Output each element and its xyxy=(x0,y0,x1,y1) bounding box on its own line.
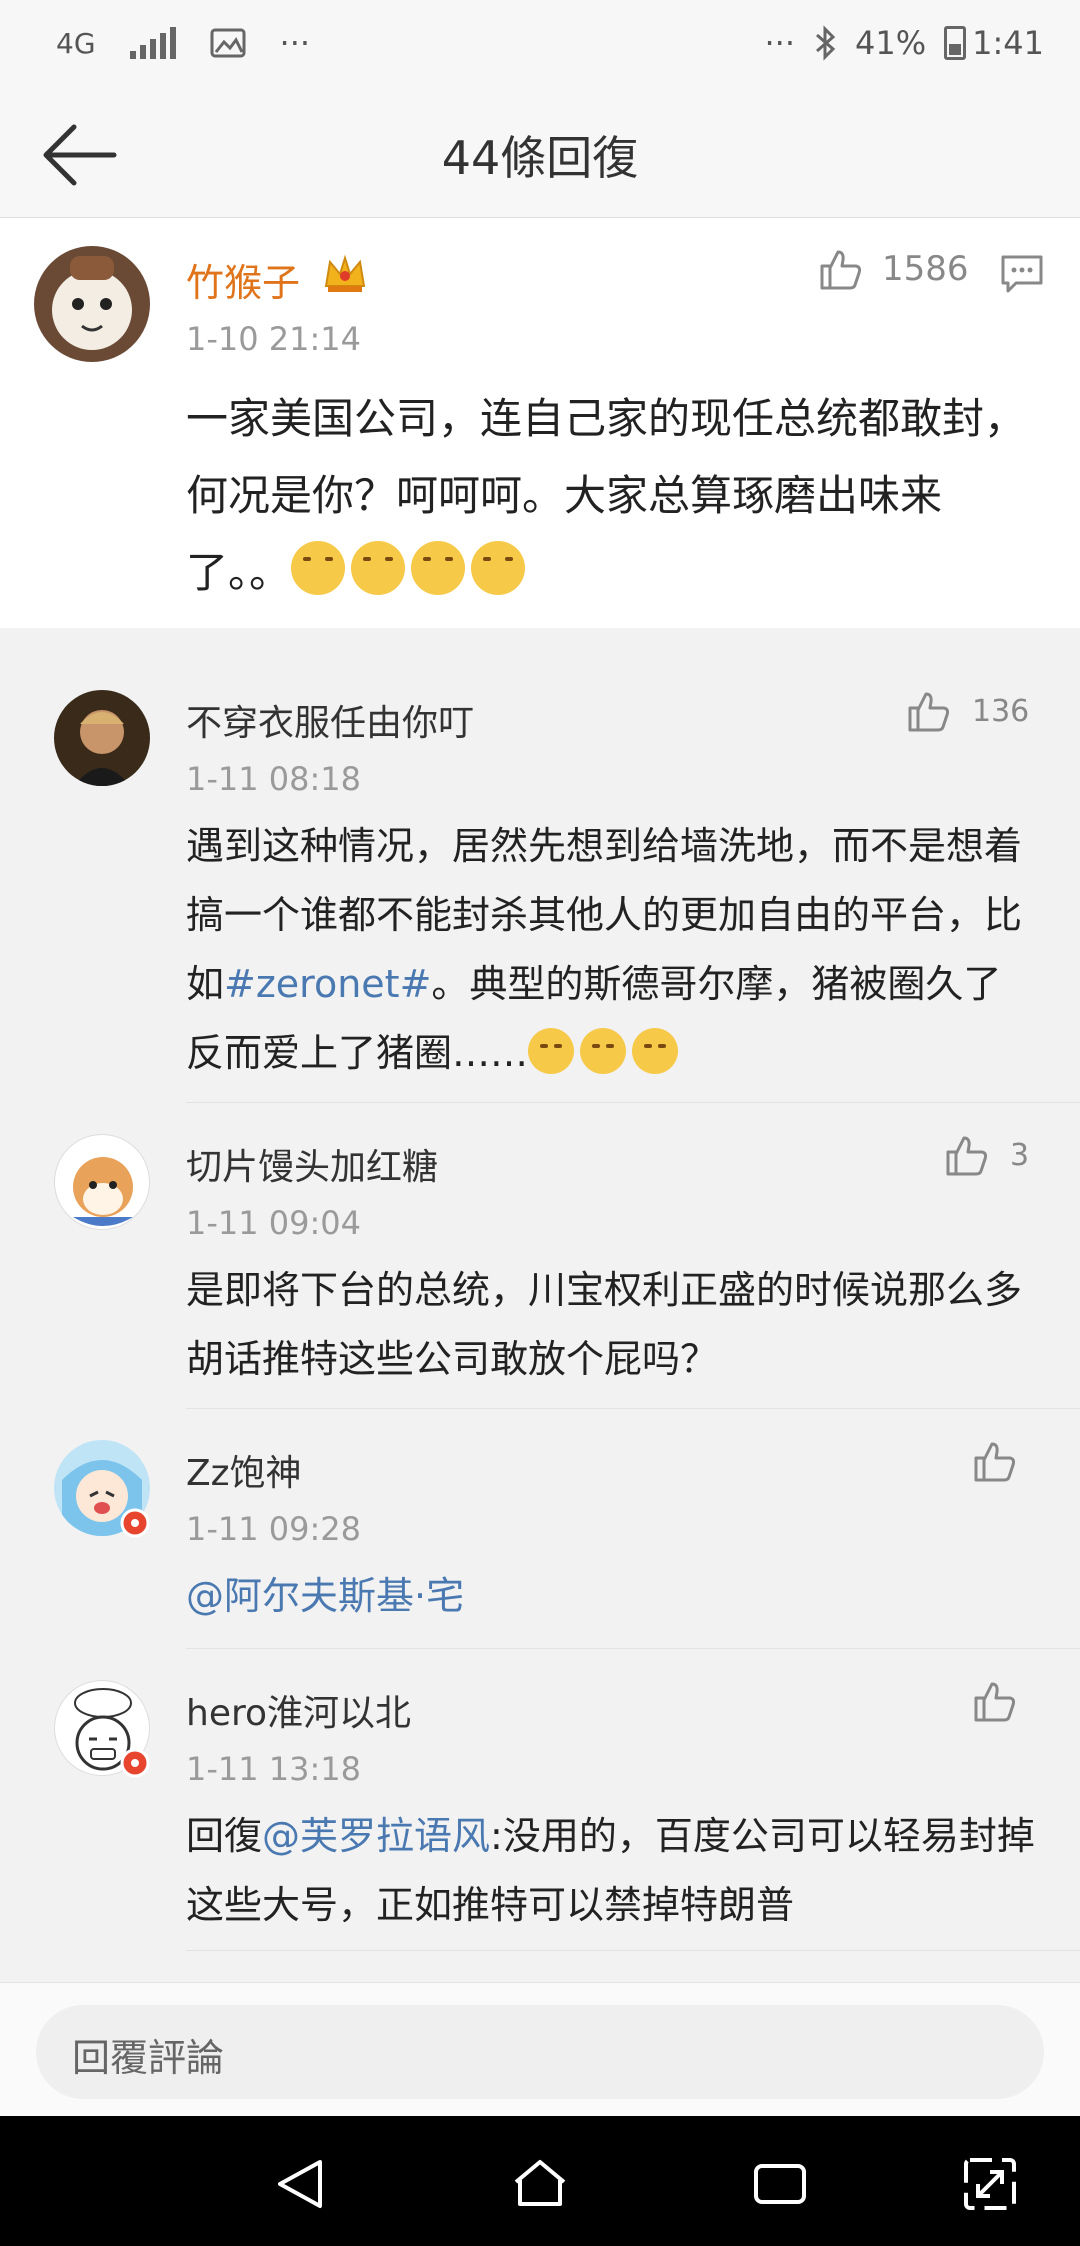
reply-item: Zz饱神 1-11 09:28 @阿尔夫斯基·宅 xyxy=(0,1410,1080,1650)
thumbs-up-icon xyxy=(974,1442,1016,1482)
emoji-yummy-icon xyxy=(471,541,526,595)
divider xyxy=(186,1102,1080,1103)
like-button[interactable]: 3 xyxy=(944,1132,1029,1178)
signal-icon xyxy=(129,27,176,59)
reply-timestamp: 1-11 13:18 xyxy=(186,1750,362,1788)
reply-comment-icon[interactable] xyxy=(1000,254,1044,294)
reply-username[interactable]: hero淮河以北 xyxy=(186,1684,411,1736)
reply-text: @阿尔夫斯基·宅 xyxy=(186,1562,1036,1631)
clock: 1:41 xyxy=(972,24,1044,62)
battery-percent: 41% xyxy=(855,24,927,62)
comment-timestamp: 1-10 21:14 xyxy=(186,320,362,358)
bluetooth-icon xyxy=(816,25,836,61)
reply-text: 是即将下台的总统，川宝权利正盛的时候说那么多胡话推特这些公司敢放个屁吗？ xyxy=(186,1268,1023,1381)
mention-link[interactable]: @阿尔夫斯基·宅 xyxy=(186,1574,464,1618)
reply-text: 回復@芙罗拉语风:没用的，百度公司可以轻易封掉这些大号，正如推特可以禁掉特朗普 xyxy=(186,1814,1035,1927)
thumbs-up-icon xyxy=(908,692,950,732)
image-icon xyxy=(210,28,246,58)
network-indicator: 4G xyxy=(56,26,96,60)
thumbs-up-icon xyxy=(974,1682,1016,1722)
like-count: 1586 xyxy=(882,249,969,289)
reply-timestamp: 1-11 09:04 xyxy=(186,1204,362,1242)
emoji-smirk-icon xyxy=(632,1028,679,1074)
reply-input[interactable]: 回覆評論 xyxy=(36,2005,1044,2099)
verified-badge-icon xyxy=(120,1748,150,1778)
emoji-smirk-icon xyxy=(528,1028,575,1074)
divider xyxy=(186,1648,1080,1649)
mention-link[interactable]: @芙罗拉语风 xyxy=(262,1814,490,1858)
like-count: 136 xyxy=(972,693,1030,729)
emoji-yummy-icon xyxy=(411,541,466,595)
header: 44條回復 xyxy=(0,92,1080,218)
reply-username[interactable]: 切片馒头加红糖 xyxy=(186,1138,438,1190)
reply-input-bar: 回覆評論 xyxy=(0,1982,1080,2116)
reply-item: 不穿衣服任由你叮 1-11 08:18 136 遇到这种情况，居然先想到给墙洗地… xyxy=(0,660,1080,1104)
divider xyxy=(186,1408,1080,1409)
vip-crown-icon xyxy=(324,254,366,292)
nav-back-icon[interactable] xyxy=(270,2154,330,2214)
reply-timestamp: 1-11 09:28 xyxy=(186,1510,362,1548)
emoji-yummy-icon xyxy=(291,541,346,595)
thumbs-up-icon xyxy=(946,1136,988,1176)
avatar[interactable] xyxy=(54,690,150,786)
more-status-icon: ··· xyxy=(764,24,796,62)
page-title: 44條回復 xyxy=(441,131,639,185)
nav-home-icon[interactable] xyxy=(510,2154,570,2214)
more-notifications-icon: ··· xyxy=(279,24,311,62)
system-nav-bar xyxy=(0,2116,1080,2246)
hashtag-link[interactable]: #zeronet# xyxy=(224,962,431,1006)
thumbs-up-icon xyxy=(820,250,862,290)
comment-username[interactable]: 竹猴子 xyxy=(186,252,300,307)
reply-text: 遇到这种情况，居然先想到给墙洗地，而不是想着搞一个谁都不能封杀其他人的更加自由的… xyxy=(186,824,1023,1075)
nav-expand-icon[interactable] xyxy=(960,2154,1020,2214)
avatar[interactable] xyxy=(34,246,150,362)
main-comment: 竹猴子 1-10 21:14 1586 一家美国公司，连自己家的现任总统都敢封，… xyxy=(0,218,1080,628)
like-button[interactable] xyxy=(972,1678,1038,1724)
like-count: 3 xyxy=(1010,1137,1030,1173)
status-bar: 4G ··· ··· 41% 1:41 xyxy=(0,0,1080,92)
verified-badge-icon xyxy=(120,1508,150,1538)
reply-item: 切片馒头加红糖 1-11 09:04 3 是即将下台的总统，川宝权利正盛的时候说… xyxy=(0,1104,1080,1410)
avatar[interactable] xyxy=(54,1134,150,1230)
nav-recents-icon[interactable] xyxy=(750,2154,810,2214)
emoji-smirk-icon xyxy=(580,1028,627,1074)
like-button[interactable]: 136 xyxy=(906,688,1029,734)
reply-item: hero淮河以北 1-11 13:18 回復@芙罗拉语风:没用的，百度公司可以轻… xyxy=(0,1650,1080,1952)
reply-username[interactable]: 不穿衣服任由你叮 xyxy=(186,694,474,746)
reply-username[interactable]: Zz饱神 xyxy=(186,1444,302,1496)
reply-timestamp: 1-11 08:18 xyxy=(186,760,362,798)
comment-text: 一家美国公司，连自己家的现任总统都敢封，何况是你？呵呵呵。大家总算琢磨出味来了。… xyxy=(186,394,1027,597)
like-button[interactable]: 1586 xyxy=(818,246,969,292)
battery-icon xyxy=(944,26,967,60)
reply-list: 不穿衣服任由你叮 1-11 08:18 136 遇到这种情况，居然先想到给墙洗地… xyxy=(0,660,1080,1982)
like-button[interactable] xyxy=(972,1438,1038,1484)
divider xyxy=(186,1950,1080,1951)
emoji-yummy-icon xyxy=(351,541,406,595)
